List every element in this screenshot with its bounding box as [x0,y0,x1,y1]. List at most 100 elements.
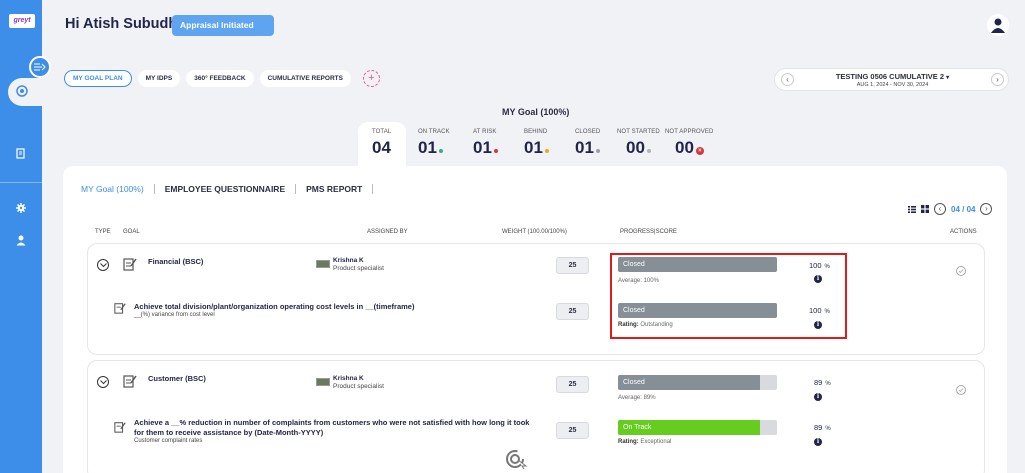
sidebar-toggle-button[interactable] [29,56,51,78]
progress-status: On Track [623,424,652,431]
subgoal-icon [114,422,126,433]
score-number: 89 [814,378,823,387]
check-icon [958,388,964,393]
column-header-progress: PROGRESS|SCORE [620,229,677,235]
expand-goal-button[interactable] [97,376,109,388]
chevron-down-icon [100,263,107,268]
column-header-actions: ACTIONS [950,229,977,235]
subgoal-measure: Customer complaint rates [134,438,203,444]
tab-cumulative-reports[interactable]: CUMULATIVE REPORTS [259,70,351,87]
goal-subtabs: MY Goal (100%) EMPLOYEE QUESTIONNAIRE PM… [81,184,374,194]
weight-value: 25 [556,257,589,274]
goal-card-financial [87,243,985,355]
subtab-my-goal[interactable]: MY Goal (100%) [81,184,155,194]
target-icon [16,85,28,97]
expand-goal-button[interactable] [97,259,109,271]
subtab-pms-report[interactable]: PMS REPORT [296,184,374,194]
appraisal-status-label: Appraisal Initiated [180,20,254,30]
assignee-name: Krishna K [333,257,364,264]
sidebar-divider [0,182,42,183]
stat-value: 01 [524,138,543,157]
stat-label: TOTAL [372,129,392,135]
cycle-title-text: TESTING 0506 CUMULATIVE 2 [835,72,945,81]
tab-360-feedback[interactable]: 360° FEEDBACK [186,70,254,87]
progress-bar: Closed [618,375,777,390]
assignee-role: Product specialist [333,383,384,390]
info-icon[interactable]: i [814,438,822,446]
view-controls: ‹ 04 / 04 › [908,203,993,215]
subgoal-title[interactable]: Achieve a __% reduction in number of com… [134,418,529,438]
stat-value: 00 [675,138,694,157]
stat-value: 01 [473,138,492,157]
stat-not-started[interactable]: NOT STARTED 00 [617,129,660,158]
stat-label: AT RISK [473,129,497,135]
stat-total[interactable]: TOTAL 04 [372,129,391,158]
stat-behind[interactable]: BEHIND 01 [524,129,549,158]
assignee-name: Krishna K [333,375,364,382]
stat-label: NOT APPROVED [665,129,714,135]
subgoal-title-line: for them to receive assistance by (Date-… [134,428,324,437]
stat-label: CLOSED [575,129,601,135]
next-cycle-button[interactable]: › [991,73,1004,86]
close-icon: × [695,147,704,155]
user-icon[interactable] [16,235,26,246]
column-header-weight: WEIGHT (100.00/100%) [502,229,567,235]
weight-value: 25 [556,422,589,439]
goal-category-icon [123,258,137,271]
sidebar-item-goals[interactable] [8,78,42,106]
status-dot [438,149,443,153]
subgoal-title[interactable]: Achieve total division/plant/organizatio… [134,302,414,312]
subtab-employee-questionnaire[interactable]: EMPLOYEE QUESTIONNAIRE [155,184,297,194]
summary-title: MY Goal (100%) [502,107,570,117]
stat-closed[interactable]: CLOSED 01 [575,129,600,158]
tab-my-idps[interactable]: MY IDPS [137,70,181,87]
column-header-goal: GOAL [123,229,140,235]
stat-label: ON TRACK [418,129,450,135]
status-dot [544,149,549,153]
info-icon[interactable]: i [814,393,822,401]
goal-category-icon [123,375,137,388]
score-value: 89% [814,378,831,387]
stat-on-track[interactable]: ON TRACK 01 [418,129,450,158]
chevron-right-icon: › [996,75,999,84]
subgoal-measure: __(%) variance from cost level [134,312,215,318]
appraisal-status-badge[interactable]: Appraisal Initiated [172,15,274,36]
goal-action-button[interactable] [956,385,966,395]
column-header-assigned-by: ASSIGNED BY [367,229,408,235]
rating-value: Exceptional [640,439,672,445]
goal-plan-tabs: MY GOAL PLAN MY IDPS 360° FEEDBACK CUMUL… [64,70,380,87]
cycle-selector[interactable]: ‹ TESTING 0506 CUMULATIVE 2 ▾ AUG 1, 202… [774,68,1009,91]
stat-at-risk[interactable]: AT RISK 01 [473,129,498,158]
progress-status: Closed [623,379,645,386]
goal-name[interactable]: Financial (BSC) [148,257,203,266]
goal-name[interactable]: Customer (BSC) [148,374,206,383]
profile-avatar[interactable] [987,14,1009,36]
stat-not-approved[interactable]: NOT APPROVED 00 × [665,129,713,158]
document-edit-icon[interactable] [16,148,26,159]
prev-page-button[interactable]: ‹ [934,203,946,215]
weight-value: 25 [556,303,589,320]
plus-icon: + [368,72,375,84]
stat-value: 01 [575,138,594,157]
chevron-left-icon: ‹ [938,204,942,213]
score-unit: % [825,381,831,387]
cycle-title[interactable]: TESTING 0506 CUMULATIVE 2 ▾ [775,72,1010,81]
user-avatar-icon [991,18,1005,33]
goal-card-customer [87,360,985,473]
grid-view-icon[interactable] [921,205,929,213]
stat-value: 00 [626,138,645,157]
subgoal-title-line: Achieve a __% reduction in number of com… [134,418,530,427]
score-number: 89 [814,423,823,432]
rating: Rating: Exceptional [618,439,671,445]
stat-value: 01 [418,138,437,157]
chevron-down-icon [100,380,107,385]
gear-icon[interactable] [16,203,26,213]
app-logo: greyt [9,14,35,28]
add-tab-button[interactable]: + [362,70,380,87]
rating-label: Rating: [618,439,639,445]
goal-action-button[interactable] [956,266,966,276]
next-page-button[interactable]: › [980,203,993,215]
tab-my-goal-plan[interactable]: MY GOAL PLAN [64,70,132,87]
highlight-box [610,253,847,339]
list-view-icon[interactable] [908,205,916,213]
